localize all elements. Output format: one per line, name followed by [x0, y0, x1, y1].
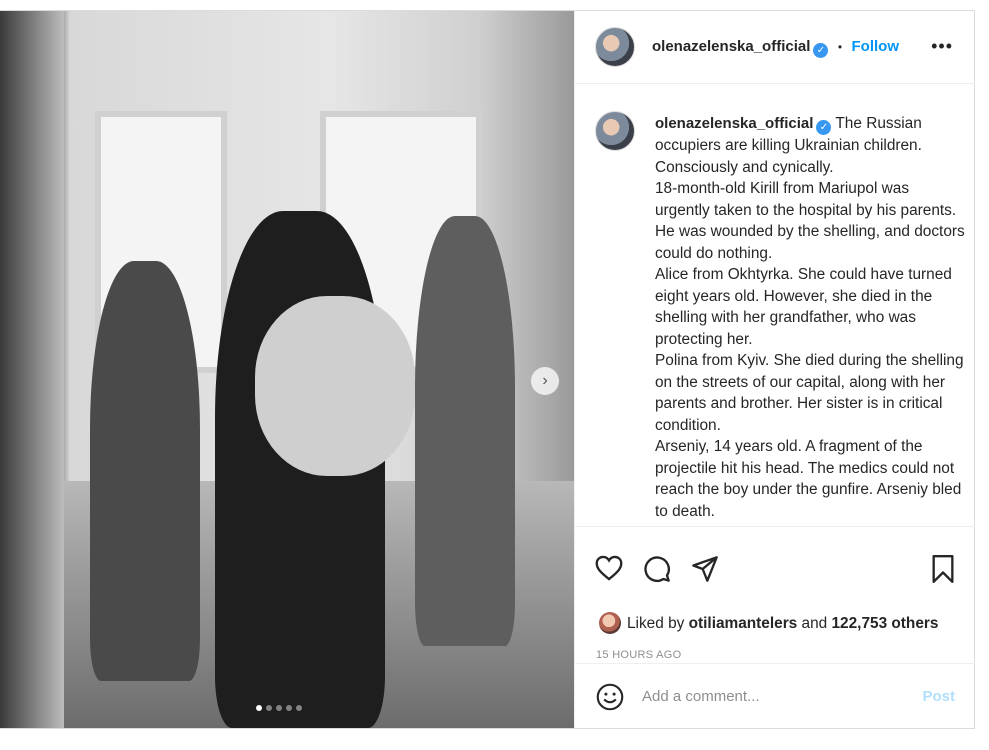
likes-prefix: Liked by — [627, 615, 685, 632]
caption-paragraph: Arseniy, 14 years old. A fragment of the… — [655, 438, 962, 520]
heart-icon[interactable] — [595, 555, 623, 581]
separator-dot: • — [837, 40, 843, 54]
avatar[interactable] — [595, 111, 635, 151]
instagram-post: › olenazelenska_official ✓ • Follow ••• o… — [0, 10, 975, 729]
verified-badge-icon: ✓ — [813, 43, 829, 58]
photo-figure-older-man — [415, 216, 515, 646]
carousel-dot — [296, 705, 302, 711]
post-photo[interactable]: › — [0, 11, 574, 728]
caption-paragraph: 18-month-old Kirill from Mariupol was ur… — [655, 180, 965, 262]
carousel-dot — [266, 705, 272, 711]
post-header: olenazelenska_official ✓ • Follow ••• — [575, 11, 975, 84]
post-sidebar: olenazelenska_official ✓ • Follow ••• ole… — [574, 11, 975, 728]
photo-figure-woman — [90, 261, 200, 681]
likes-middle: and — [801, 615, 828, 632]
likes-summary: Liked by otiliamantelers and 122,753 oth… — [599, 612, 938, 634]
liker-username[interactable]: otiliamantelers — [689, 615, 798, 632]
liker-avatar[interactable] — [599, 612, 621, 634]
carousel-dot — [256, 705, 262, 711]
carousel-dot — [286, 705, 292, 711]
comment-input[interactable]: Add a comment... — [642, 688, 760, 705]
post-comment-button[interactable]: Post — [922, 688, 955, 705]
caption-paragraph: Polina from Kyiv. She died during the sh… — [655, 352, 964, 434]
likes-count[interactable]: 122,753 others — [832, 615, 939, 632]
carousel-dots — [256, 705, 302, 711]
avatar[interactable] — [595, 27, 635, 67]
caption-line: olenazelenska_official ✓ The Russian occu… — [655, 113, 965, 178]
header-user: olenazelenska_official ✓ • Follow — [652, 38, 899, 58]
caption-paragraph: Alice from Okhtyrka. She could have turn… — [655, 266, 952, 348]
emoji-icon[interactable] — [596, 683, 624, 711]
chevron-right-icon[interactable]: › — [531, 367, 559, 395]
caption-username[interactable]: olenazelenska_official — [655, 115, 813, 132]
comment-bar: Add a comment... Post — [575, 663, 975, 729]
timestamp[interactable]: 15 HOURS AGO — [596, 649, 682, 661]
share-icon[interactable] — [691, 555, 719, 583]
caption-text: olenazelenska_official ✓ The Russian occu… — [655, 113, 965, 522]
follow-button[interactable]: Follow — [852, 38, 900, 55]
photo-figure-child — [255, 296, 415, 476]
verified-badge-icon: ✓ — [816, 120, 832, 135]
photo-door — [0, 11, 64, 728]
carousel-dot — [276, 705, 282, 711]
username-link[interactable]: olenazelenska_official — [652, 38, 810, 55]
action-bar: Liked by otiliamantelers and 122,753 oth… — [575, 526, 975, 682]
more-options-icon[interactable]: ••• — [931, 36, 953, 57]
comment-icon[interactable] — [643, 555, 671, 583]
bookmark-icon[interactable] — [931, 555, 955, 583]
caption-area: olenazelenska_official ✓ The Russian occu… — [575, 83, 975, 526]
